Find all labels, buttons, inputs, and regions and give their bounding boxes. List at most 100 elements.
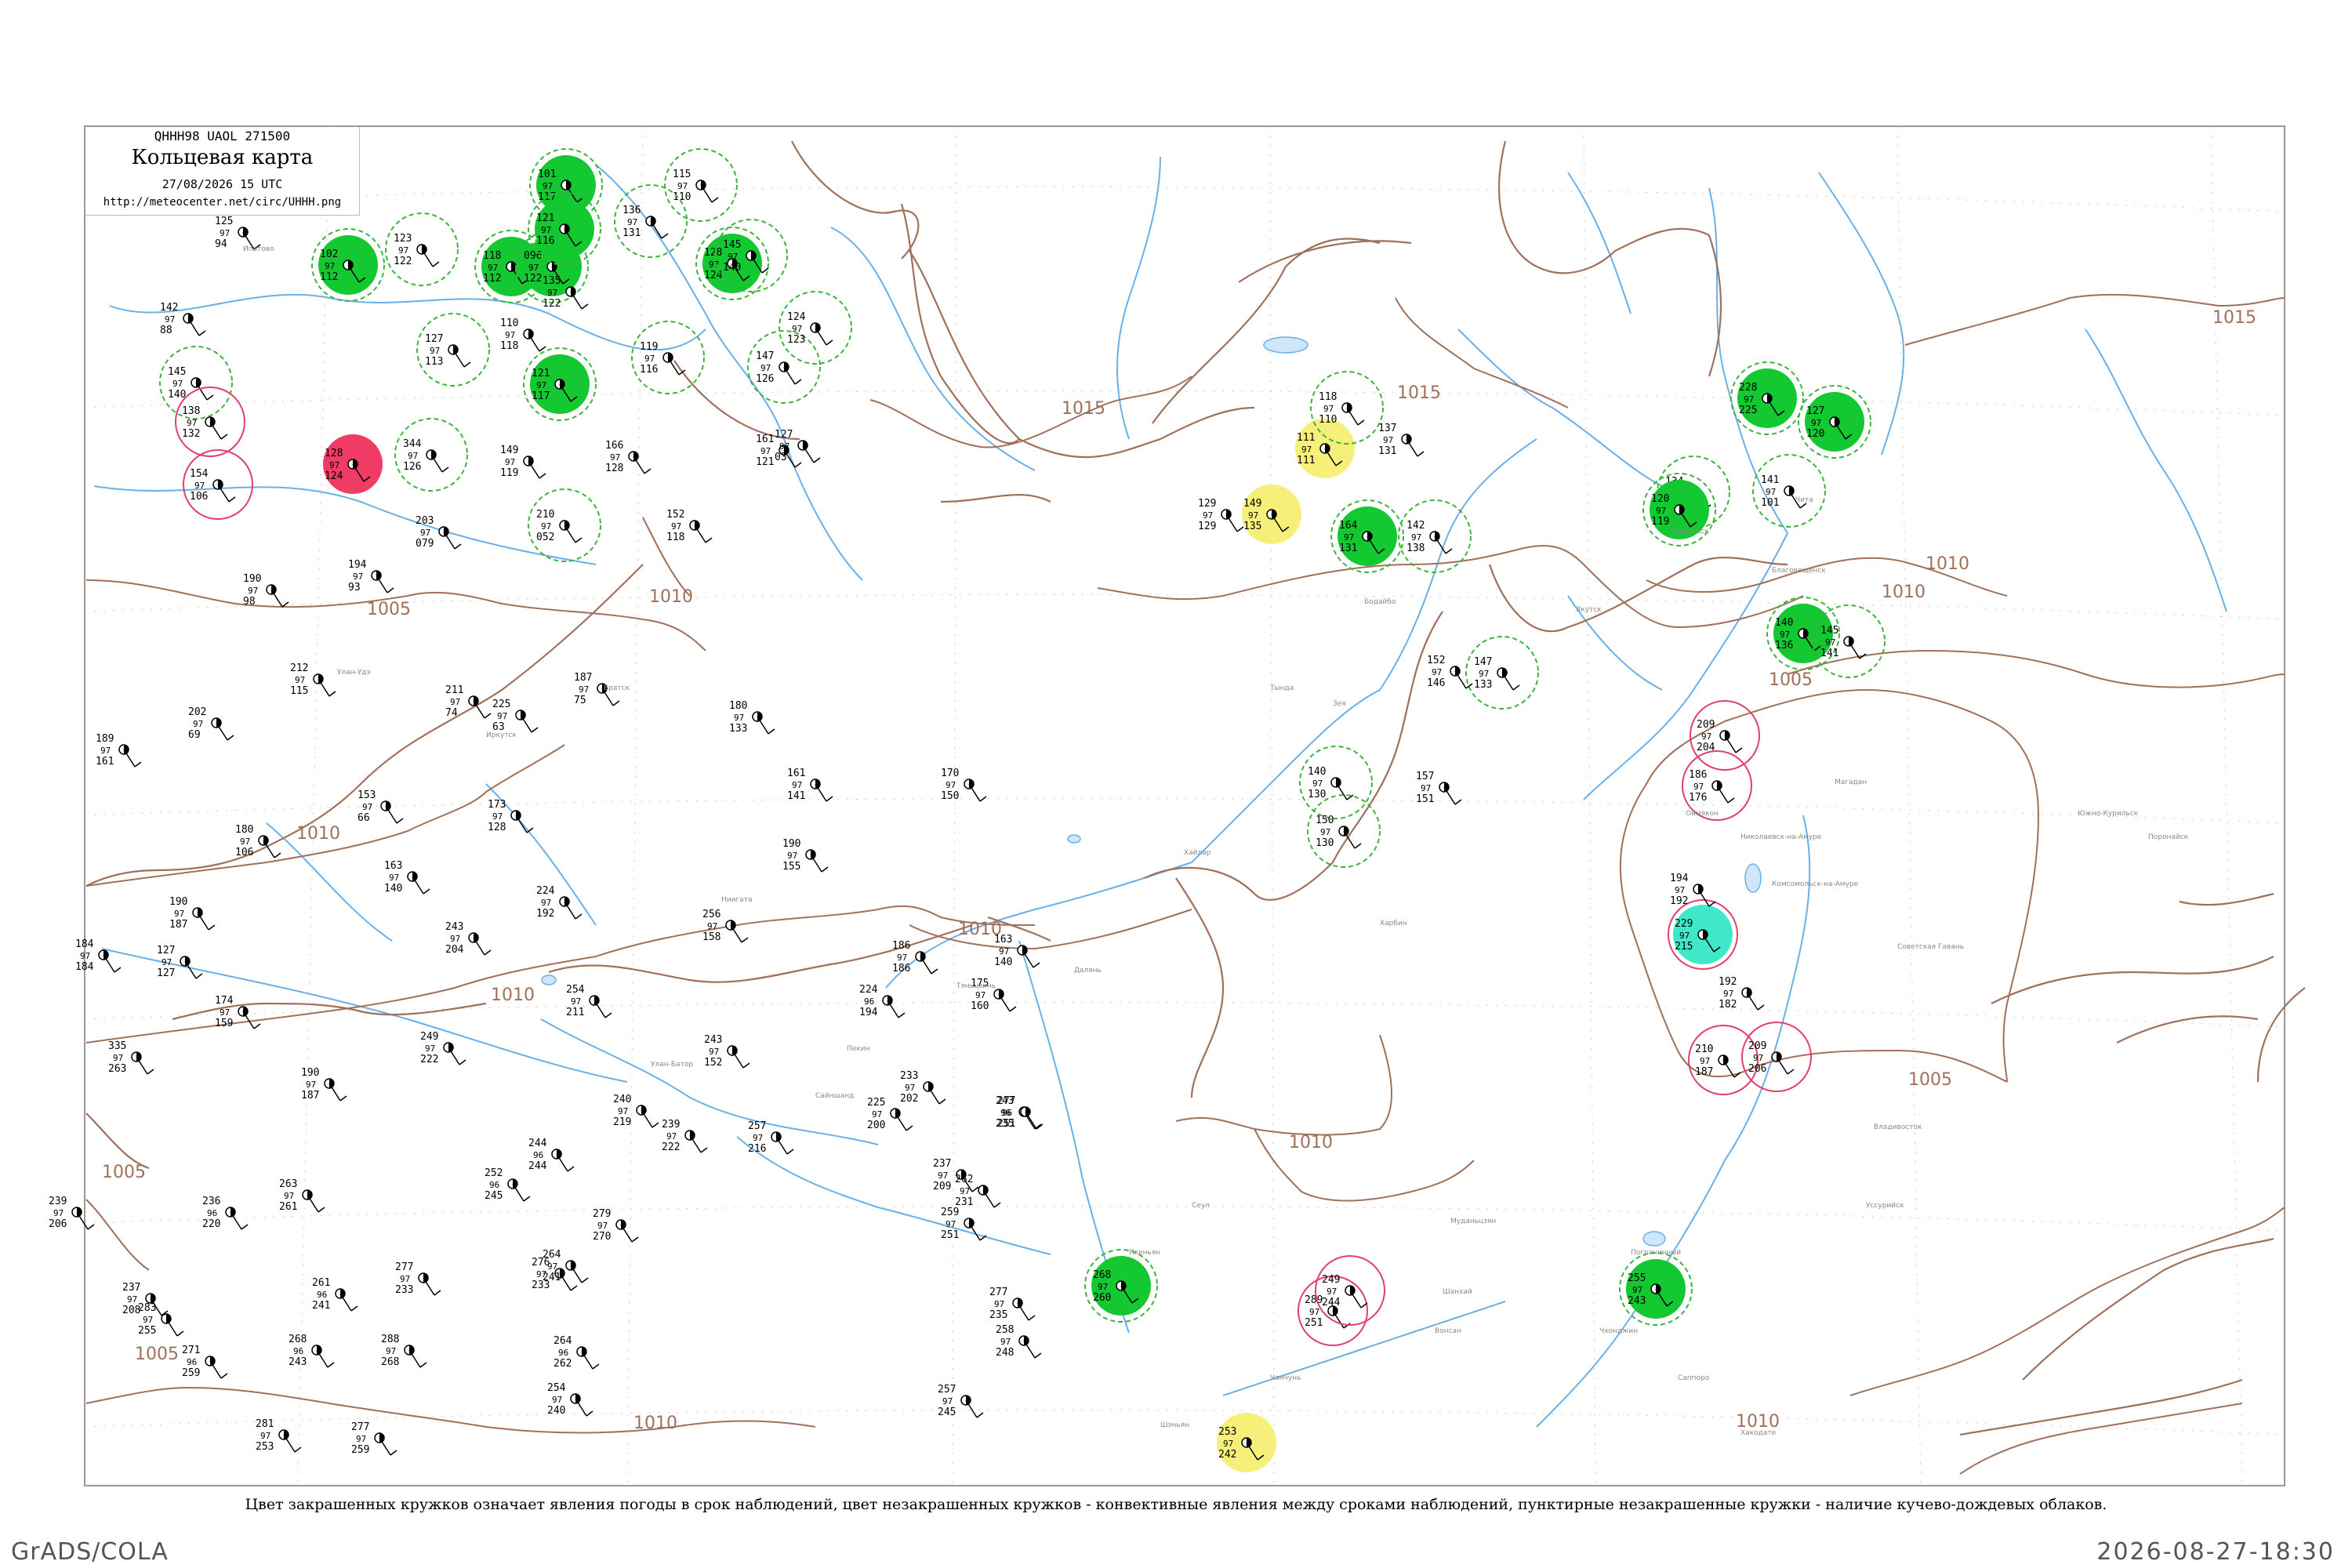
station-temp: 97	[787, 851, 797, 861]
station-pressure: 212	[290, 662, 308, 674]
station-pressure: 128	[325, 448, 343, 459]
station-value: 176	[1689, 792, 1707, 804]
station-temp: 97	[1811, 418, 1821, 428]
station-pressure: 283	[138, 1302, 156, 1314]
station-value: 259	[182, 1367, 200, 1379]
station-pressure: 335	[108, 1040, 126, 1052]
station-temp: 96	[489, 1180, 499, 1190]
station-pressure: 190	[782, 838, 800, 850]
station-pressure: 163	[994, 934, 1012, 946]
station-temp: 97	[536, 380, 546, 390]
station-pressure: 189	[96, 733, 114, 745]
station-temp: 97	[113, 1053, 123, 1063]
station-value: 240	[547, 1405, 565, 1417]
station-value: 131	[1378, 445, 1396, 457]
station-temp: 97	[753, 1133, 763, 1143]
station-temp: 97	[541, 225, 551, 235]
station-value: 111	[1297, 455, 1315, 466]
station-value: 200	[867, 1120, 885, 1131]
station-temp: 97	[792, 780, 802, 790]
station-pressure: 149	[500, 445, 518, 456]
station-pressure: 225	[492, 699, 510, 710]
station-temp: 97	[872, 1109, 882, 1120]
station-temp: 97	[946, 780, 956, 790]
station-pressure: 128	[704, 247, 722, 259]
station-value: 118	[666, 532, 684, 543]
station-temp: 97	[760, 363, 771, 373]
isobar-label: 1010	[491, 985, 535, 1005]
station-pressure: 161	[756, 434, 774, 445]
station-value: 244	[528, 1160, 547, 1172]
station-value: 241	[543, 1272, 561, 1283]
station-pressure: 161	[787, 768, 805, 779]
station-value: 74	[445, 707, 458, 719]
station-pressure: 140	[1775, 617, 1793, 629]
station-pressure: 344	[403, 438, 422, 450]
station-pressure: 121	[536, 212, 554, 224]
station-temp: 97	[1693, 782, 1704, 792]
station-pressure: 202	[188, 706, 206, 718]
station-value: 206	[1748, 1063, 1766, 1075]
station-plot: 14997135	[1242, 485, 1301, 544]
station-value: 106	[190, 491, 208, 503]
station-name-label: Ниигата	[721, 896, 752, 904]
station-name-label: Ипатово	[243, 245, 274, 253]
station-value: 182	[1719, 999, 1737, 1011]
station-name-label: Южно-Курильск	[2078, 810, 2139, 818]
station-value: 253	[256, 1441, 274, 1453]
station-pressure: 115	[673, 169, 691, 180]
station-plot: 12897124	[323, 434, 383, 494]
station-pressure: 203	[416, 515, 434, 527]
station-value: 079	[416, 538, 434, 550]
station-name-label: Чита	[1795, 496, 1813, 504]
station-name-label: Харбин	[1380, 920, 1407, 927]
station-temp: 97	[960, 1186, 970, 1196]
station-pressure: 288	[381, 1334, 399, 1345]
station-name-label: Комсомольск-на-Амуре	[1772, 880, 1859, 888]
station-value: 052	[536, 532, 554, 543]
station-temp: 96	[317, 1290, 327, 1300]
station-value: 251	[997, 1118, 1015, 1130]
station-pressure: 264	[554, 1335, 572, 1347]
station-temp: 97	[1327, 1287, 1337, 1297]
station-temp: 96	[293, 1346, 303, 1356]
station-value: 216	[748, 1143, 766, 1155]
station-value: 211	[566, 1007, 584, 1018]
station-pressure: 257	[938, 1384, 956, 1396]
station-pressure: 271	[182, 1345, 200, 1356]
station-temp: 97	[1479, 669, 1489, 679]
station-temp: 96	[864, 996, 874, 1007]
station-temp: 96	[187, 1357, 197, 1367]
station-value: 98	[243, 596, 256, 608]
station-temp: 97	[127, 1294, 137, 1305]
station-temp: 97	[994, 1299, 1004, 1309]
station-value: 112	[320, 271, 338, 283]
station-temp: 97	[1421, 783, 1431, 793]
station-value: 259	[351, 1444, 369, 1456]
station-temp: 97	[1320, 827, 1330, 837]
station-temp: 97	[552, 1395, 562, 1405]
source-url[interactable]: http://meteocenter.net/circ/UHHH.png	[85, 196, 359, 209]
station-temp: 97	[1309, 1307, 1319, 1317]
station-value: 94	[215, 238, 227, 250]
station-temp: 97	[779, 441, 789, 452]
station-pressure: 243	[445, 921, 463, 933]
station-temp: 97	[728, 252, 738, 262]
station-pressure: 142	[160, 302, 178, 314]
station-temp: 97	[172, 379, 183, 389]
station-pressure: 237	[122, 1282, 140, 1294]
station-pressure: 277	[351, 1421, 369, 1433]
station-temp: 97	[946, 1219, 956, 1229]
station-name-label: Тында	[1269, 684, 1294, 692]
station-value: 138	[1406, 543, 1425, 554]
station-pressure: 147	[756, 350, 774, 362]
station-pressure: 138	[182, 405, 200, 417]
station-temp: 96	[533, 1150, 543, 1160]
station-pressure: 236	[202, 1196, 220, 1207]
isobar-label: 1005	[367, 600, 411, 619]
station-pressure: 186	[1689, 769, 1707, 781]
station-pressure: 209	[1697, 719, 1715, 731]
station-temp: 97	[362, 802, 372, 812]
station-pressure: 154	[190, 468, 209, 480]
station-pressure: 268	[289, 1334, 307, 1345]
